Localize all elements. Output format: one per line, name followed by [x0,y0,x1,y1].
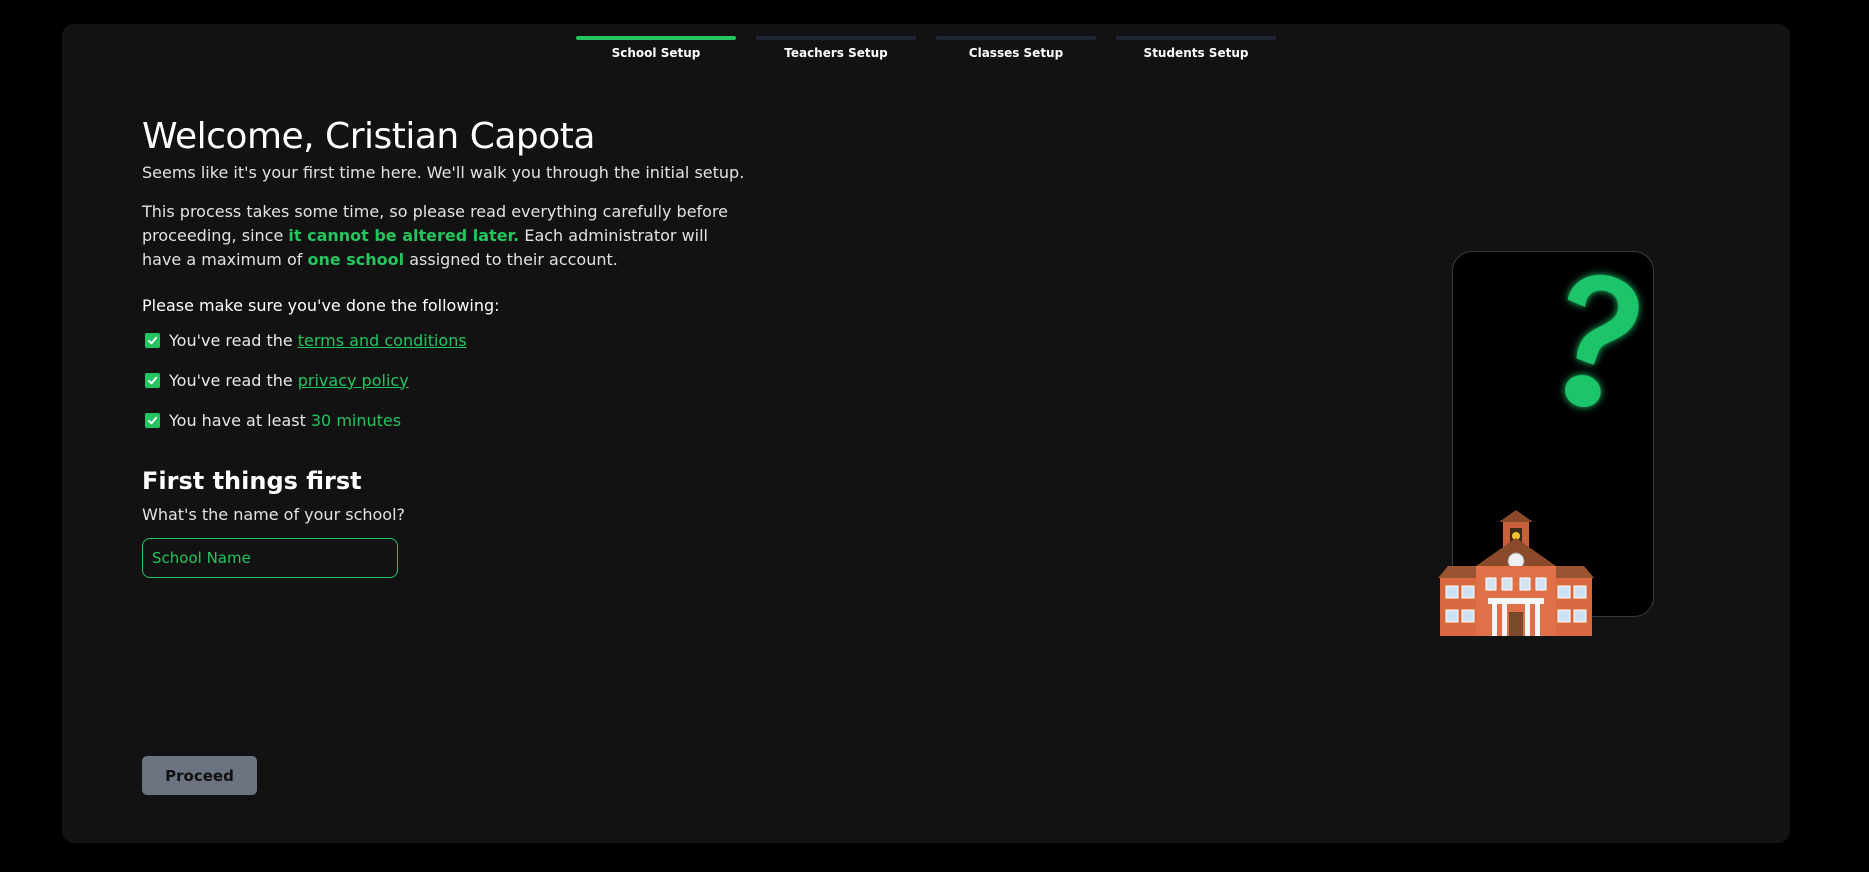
school-name-input[interactable] [142,538,398,578]
checklist: You've read the terms and conditions You… [142,329,782,431]
school-building-icon [1438,510,1594,636]
checkbox-time[interactable] [145,412,160,428]
checkbox-terms[interactable] [145,332,160,348]
checklist-item-terms: You've read the terms and conditions [142,329,782,351]
checklist-item-label: You've read the [169,330,293,350]
checklist-title: Please make sure you've done the followi… [142,296,500,315]
check-icon [147,416,158,424]
step-classes-setup[interactable]: Classes Setup [936,36,1096,60]
check-icon [147,336,158,344]
step-students-setup[interactable]: Students Setup [1116,36,1276,60]
check-icon [147,376,158,384]
process-description: This process takes some time, so please … [142,200,752,272]
terms-and-conditions-link[interactable]: terms and conditions [298,331,467,350]
checkbox-privacy[interactable] [145,372,160,388]
description-text: assigned to their account. [404,250,618,269]
step-label: School Setup [611,46,701,60]
page-title: Welcome, Cristian Capota [142,116,595,157]
checklist-item-label: You have at least [169,410,306,430]
setup-steps: School Setup Teachers Setup Classes Setu… [576,36,1276,66]
step-teachers-setup[interactable]: Teachers Setup [756,36,916,60]
warning-highlight: it cannot be altered later. [288,226,520,245]
school-name-question: What's the name of your school? [142,505,406,524]
proceed-button[interactable]: Proceed [142,756,257,795]
step-school-setup[interactable]: School Setup [576,36,736,60]
checklist-item-label: You've read the [169,370,293,390]
step-label: Classes Setup [968,46,1064,60]
checklist-item-privacy: You've read the privacy policy [142,369,782,391]
step-label: Students Setup [1143,46,1249,60]
step-label: Teachers Setup [784,46,888,60]
step-progress-bar [1116,36,1276,40]
step-progress-bar [576,36,736,40]
one-school-highlight: one school [307,250,405,269]
setup-content: Welcome, Cristian Capota Seems like it's… [142,116,782,578]
step-progress-bar [756,36,916,40]
time-highlight: 30 minutes [310,410,402,430]
page-subtitle: Seems like it's your first time here. We… [142,163,745,182]
checklist-item-time: You have at least 30 minutes [142,409,782,431]
section-heading: First things first [142,467,362,495]
privacy-policy-link[interactable]: privacy policy [298,371,409,390]
question-mark-icon [1564,274,1639,408]
step-progress-bar [936,36,1096,40]
